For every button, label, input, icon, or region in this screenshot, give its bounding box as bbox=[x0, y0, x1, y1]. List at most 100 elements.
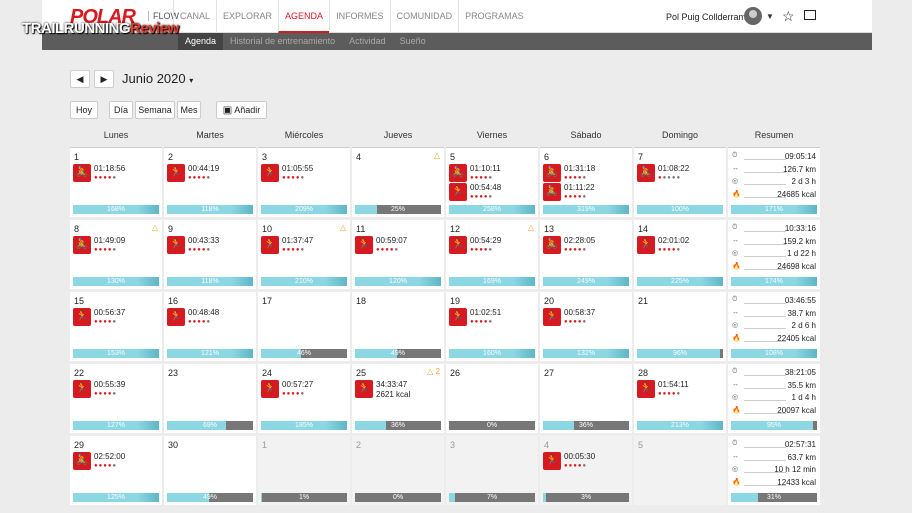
day-cell[interactable]: 5 bbox=[634, 436, 726, 505]
exercise-entry[interactable]: 🚴 01:18:56 ●●●●● bbox=[73, 164, 158, 182]
warning-icon[interactable]: △ 2 bbox=[427, 367, 440, 376]
nav-item-comunidad[interactable]: COMUNIDAD bbox=[389, 0, 459, 33]
exercise-entry[interactable]: 🏃 01:02:51 ●●●●● bbox=[449, 308, 534, 326]
day-cell[interactable]: 12 △ 🏃 00:54:29 ●●●●● 169% bbox=[446, 220, 538, 289]
distance-icon: ↔ bbox=[732, 164, 739, 172]
exercise-entry[interactable]: 🏃 00:48:48 ●●●●● bbox=[167, 308, 252, 326]
day-cell[interactable]: 9 🏃 00:43:33 ●●●●● 118% bbox=[164, 220, 256, 289]
day-cell[interactable]: 11 🏃 00:59:07 ●●●●● 120% bbox=[352, 220, 444, 289]
day-cell[interactable]: 3 🏃 01:05:55 ●●●●● 209% bbox=[258, 148, 350, 217]
star-icon[interactable]: ☆ bbox=[782, 8, 795, 25]
day-cell[interactable]: 1 🚴 01:18:56 ●●●●● 168% bbox=[70, 148, 162, 217]
next-month-button[interactable]: ▶ bbox=[94, 70, 114, 88]
day-cell[interactable]: 4 △ 25% bbox=[352, 148, 444, 217]
today-button[interactable]: Hoy bbox=[70, 101, 98, 119]
exercise-entry[interactable]: 🏃 00:59:07 ●●●●● bbox=[355, 236, 440, 254]
exercise-entry[interactable]: 🚴 01:49:09 ●●●●● bbox=[73, 236, 158, 254]
day-cell[interactable]: 30 49% bbox=[164, 436, 256, 505]
warning-icon[interactable]: △ bbox=[152, 223, 158, 232]
day-cell[interactable]: 28 🏃 01:54:11 ●●●●● 213% bbox=[634, 364, 726, 433]
day-cell[interactable]: 10 △ 🏃 01:37:47 ●●●●● 210% bbox=[258, 220, 350, 289]
exercise-entry[interactable]: 🏃 00:43:33 ●●●●● bbox=[167, 236, 252, 254]
day-cell[interactable]: 21 96% bbox=[634, 292, 726, 361]
exercise-entry[interactable]: 🏃 00:05:30 ●●●●● bbox=[543, 452, 628, 470]
day-cell[interactable]: 2 0% bbox=[352, 436, 444, 505]
exercise-entry[interactable]: 🏃 00:58:37 ●●●●● bbox=[543, 308, 628, 326]
warning-icon[interactable]: △ bbox=[434, 151, 440, 160]
avatar[interactable] bbox=[744, 7, 762, 25]
nav-item-agenda[interactable]: AGENDA bbox=[278, 0, 330, 33]
day-cell[interactable]: 29 🚴 02:52:00 ●●●●● 125% bbox=[70, 436, 162, 505]
exercise-entry[interactable]: 🏃 01:54:11 ●●●●● bbox=[637, 380, 722, 398]
exercise-entry[interactable]: 🏃 01:05:55 ●●●●● bbox=[261, 164, 346, 182]
subnav-item-3[interactable]: Sueño bbox=[393, 33, 433, 50]
day-cell[interactable]: 24 🏃 00:57:27 ●●●●● 185% bbox=[258, 364, 350, 433]
load-bar: 213% bbox=[637, 421, 723, 430]
nav-item-informes[interactable]: INFORMES bbox=[329, 0, 390, 33]
day-cell[interactable]: 19 🏃 01:02:51 ●●●●● 160% bbox=[446, 292, 538, 361]
day-cell[interactable]: 20 🏃 00:58:37 ●●●●● 132% bbox=[540, 292, 632, 361]
exercise-entry[interactable]: 🏃 00:56:37 ●●●●● bbox=[73, 308, 158, 326]
exercise-entry[interactable]: 🏃 00:55:39 ●●●●● bbox=[73, 380, 158, 398]
day-view-button[interactable]: Día bbox=[109, 101, 133, 119]
nav-item-programas[interactable]: PROGRAMAS bbox=[458, 0, 530, 33]
exercise-entry[interactable]: 🚴 02:28:05 ●●●●● bbox=[543, 236, 628, 254]
day-cell[interactable]: 1 1% bbox=[258, 436, 350, 505]
nav-item-explorar[interactable]: EXPLORAR bbox=[216, 0, 278, 33]
day-cell[interactable]: 18 49% bbox=[352, 292, 444, 361]
subnav-item-2[interactable]: Actividad bbox=[342, 33, 393, 50]
load-percent: 125% bbox=[107, 494, 125, 501]
subnav-item-0[interactable]: Agenda bbox=[178, 33, 224, 50]
day-cell[interactable]: 15 🏃 00:56:37 ●●●●● 153% bbox=[70, 292, 162, 361]
exercise-entry[interactable]: 🏃 00:54:48 ●●●●● bbox=[449, 183, 534, 201]
nav-item-canal[interactable]: CANAL bbox=[173, 0, 216, 33]
day-cell[interactable]: 14 🏃 02:01:02 ●●●●● 225% bbox=[634, 220, 726, 289]
add-button[interactable]: ▣ Añadir bbox=[216, 101, 267, 119]
day-cell[interactable]: 7 🚴 01:08:22 ●●●●● 100% bbox=[634, 148, 726, 217]
day-cell[interactable]: 6 🚴 01:31:18 ●●●●● 🚴 01:11:22 ●●●●● 319% bbox=[540, 148, 632, 217]
month-view-button[interactable]: Mes bbox=[177, 101, 201, 119]
exercise-duration: 02:52:00 bbox=[94, 452, 126, 461]
day-cell[interactable]: 8 △ 🚴 01:49:09 ●●●●● 130% bbox=[70, 220, 162, 289]
prev-month-button[interactable]: ◀ bbox=[70, 70, 90, 88]
day-number: 23 bbox=[168, 368, 179, 378]
exercise-entry[interactable]: 🚴 02:52:00 ●●●●● bbox=[73, 452, 158, 470]
exercise-entry[interactable]: 🏃 00:44:19 ●●●●● bbox=[167, 164, 252, 182]
summary-value: 12433 kcal bbox=[777, 477, 816, 487]
exercise-entry[interactable]: 🏃 34:33:47 2621 kcal bbox=[355, 380, 440, 399]
exercise-entry[interactable]: 🏃 00:57:27 ●●●●● bbox=[261, 380, 346, 398]
message-icon[interactable] bbox=[804, 10, 816, 20]
week-view-button[interactable]: Semana bbox=[135, 101, 175, 119]
day-number: 16 bbox=[168, 296, 179, 306]
day-cell[interactable]: 4 🏃 00:05:30 ●●●●● 3% bbox=[540, 436, 632, 505]
warning-icon[interactable]: △ bbox=[340, 223, 346, 232]
day-cell[interactable]: 25 △ 2 🏃 34:33:47 2621 kcal 36% bbox=[352, 364, 444, 433]
day-cell[interactable]: 16 🏃 00:48:48 ●●●●● 121% bbox=[164, 292, 256, 361]
day-cell[interactable]: 17 46% bbox=[258, 292, 350, 361]
load-bar: 120% bbox=[355, 277, 441, 286]
day-cell[interactable]: 5 🚴 01:10:11 ●●●●● 🏃 00:54:48 ●●●●● 258% bbox=[446, 148, 538, 217]
day-cell[interactable]: 26 0% bbox=[446, 364, 538, 433]
exercise-entry[interactable]: 🏃 02:01:02 ●●●●● bbox=[637, 236, 722, 254]
subnav-item-1[interactable]: Historial de entrenamiento bbox=[223, 33, 342, 50]
day-cell[interactable]: 22 🏃 00:55:39 ●●●●● 127% bbox=[70, 364, 162, 433]
exercise-entry[interactable]: 🚴 01:31:18 ●●●●● bbox=[543, 164, 628, 182]
user-name[interactable]: Pol Puig Collderram bbox=[666, 12, 746, 22]
day-cell[interactable]: 27 36% bbox=[540, 364, 632, 433]
exercise-entry[interactable]: 🏃 01:37:47 ●●●●● bbox=[261, 236, 346, 254]
calories-icon: 🔥 bbox=[732, 262, 741, 270]
load-percent: 69% bbox=[202, 422, 217, 429]
day-cell[interactable]: 3 7% bbox=[446, 436, 538, 505]
load-bar: 130% bbox=[73, 277, 159, 286]
day-cell[interactable]: 2 🏃 00:44:19 ●●●●● 118% bbox=[164, 148, 256, 217]
month-selector[interactable]: Junio 2020 ▾ bbox=[122, 71, 193, 86]
chevron-down-icon[interactable]: ▼ bbox=[766, 12, 774, 21]
exercise-entry[interactable]: 🚴 01:11:22 ●●●●● bbox=[543, 183, 628, 201]
day-cell[interactable]: 13 🚴 02:28:05 ●●●●● 249% bbox=[540, 220, 632, 289]
day-cell[interactable]: 23 69% bbox=[164, 364, 256, 433]
warning-icon[interactable]: △ bbox=[528, 223, 534, 232]
exercise-entry[interactable]: 🚴 01:08:22 ●●●●● bbox=[637, 164, 722, 182]
load-percent: 130% bbox=[107, 278, 125, 285]
exercise-entry[interactable]: 🏃 00:54:29 ●●●●● bbox=[449, 236, 534, 254]
exercise-entry[interactable]: 🚴 01:10:11 ●●●●● bbox=[449, 164, 534, 182]
